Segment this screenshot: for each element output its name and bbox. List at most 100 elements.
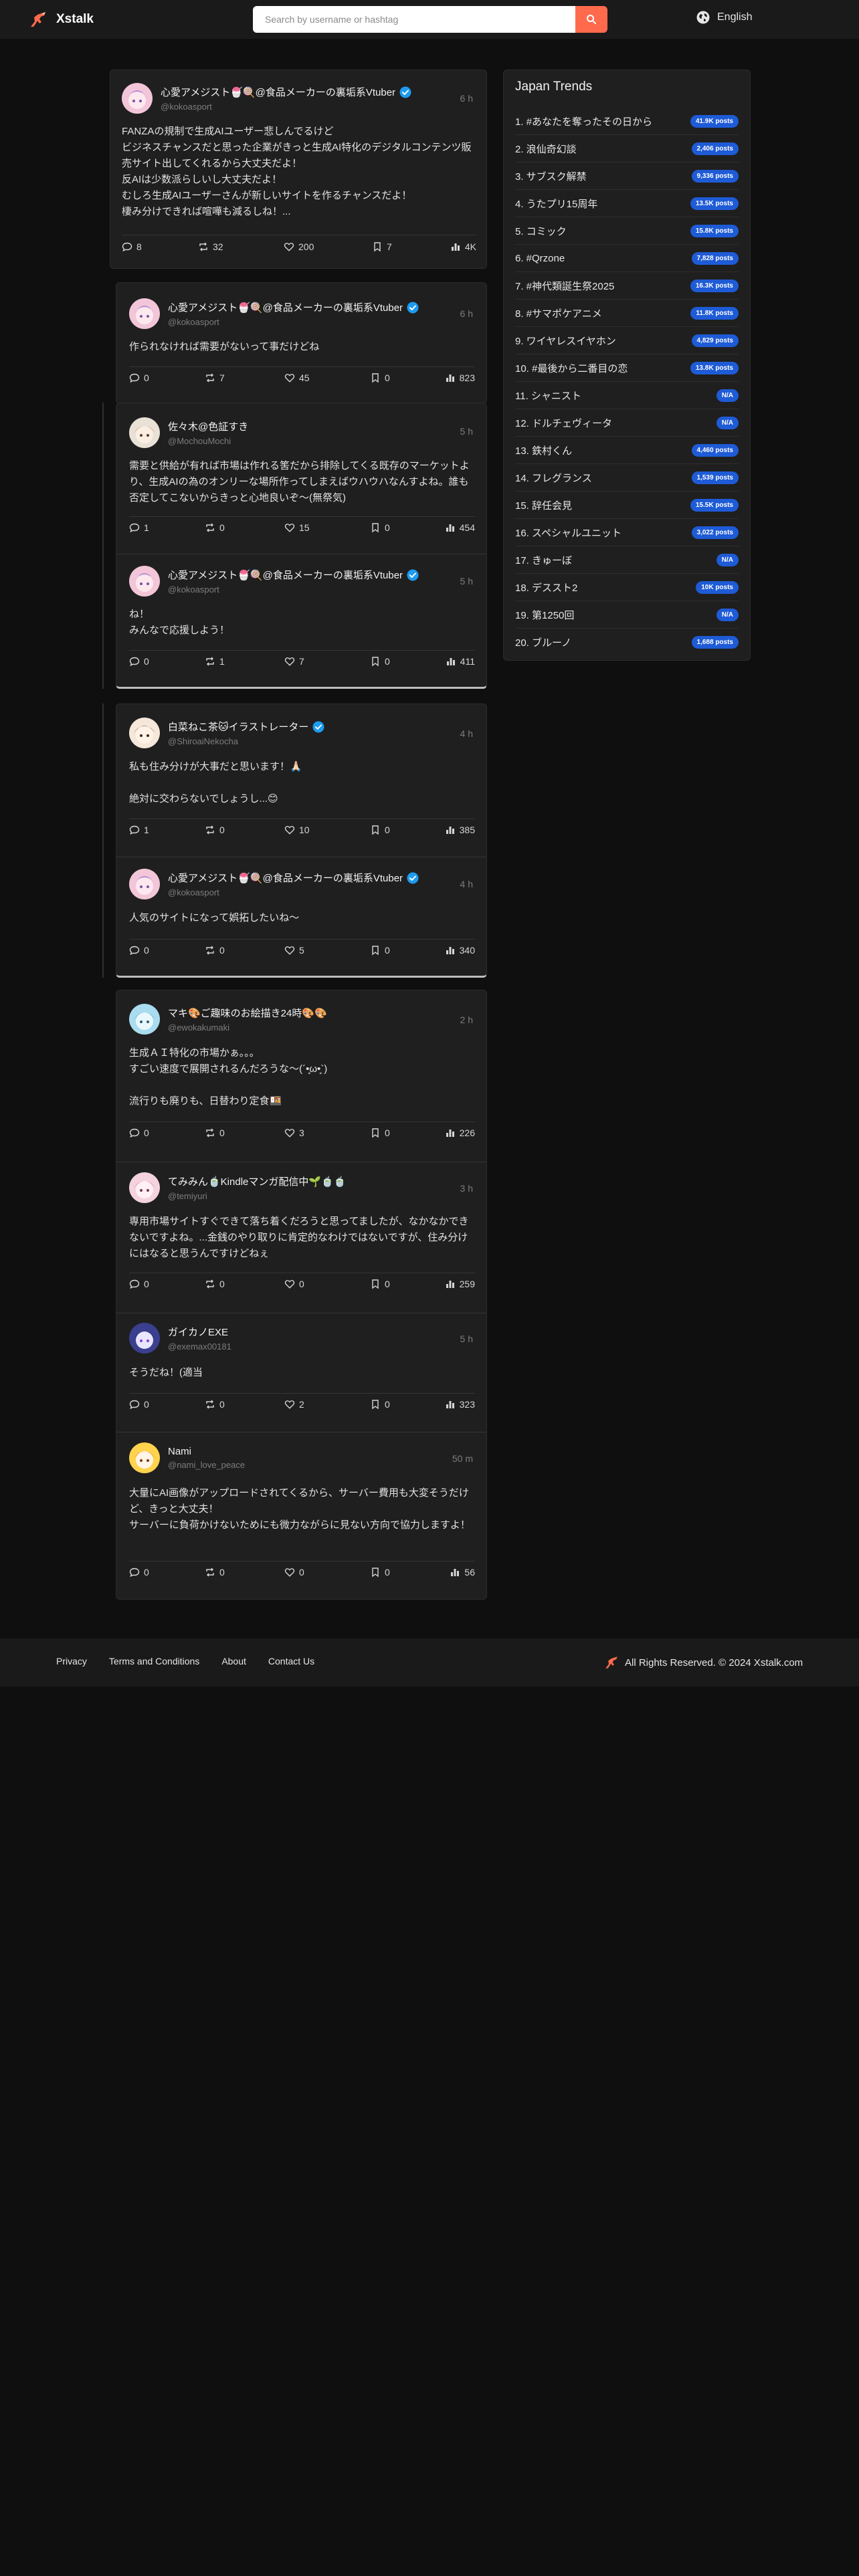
avatar[interactable] bbox=[129, 1172, 160, 1203]
like-button[interactable]: 200 bbox=[284, 241, 314, 252]
repost-button[interactable]: 0 bbox=[205, 1399, 225, 1410]
trend-item[interactable]: 18. デススト2 10K posts bbox=[515, 574, 739, 601]
bookmark-button[interactable]: 0 bbox=[370, 825, 390, 835]
avatar[interactable] bbox=[122, 83, 153, 114]
repost-button[interactable]: 0 bbox=[205, 1128, 225, 1138]
author-name[interactable]: てみみん🍵Kindleマンガ配信中🌱🍵🍵 bbox=[168, 1174, 346, 1188]
author-handle[interactable]: @kokoasport bbox=[168, 317, 419, 327]
trend-item[interactable]: 14. フレグランス 1,539 posts bbox=[515, 464, 739, 492]
trend-item[interactable]: 9. ワイヤレスイヤホン 4,829 posts bbox=[515, 327, 739, 354]
avatar[interactable] bbox=[129, 1004, 160, 1035]
language-selector[interactable]: English bbox=[696, 10, 752, 25]
author-handle[interactable]: @exemax00181 bbox=[168, 1341, 231, 1352]
reply-button[interactable]: 0 bbox=[129, 1399, 149, 1410]
like-button[interactable]: 10 bbox=[284, 825, 310, 835]
reply-card[interactable]: マキ🎨ご趣味のお絵描き24時🎨🎨 @ewokakumaki 2 h 生成ＡＩ特化… bbox=[116, 990, 487, 1600]
repost-button[interactable]: 0 bbox=[205, 1567, 225, 1578]
trend-item[interactable]: 8. #サマポケアニメ 11.8K posts bbox=[515, 300, 739, 327]
author-name[interactable]: 佐々木@色証すき bbox=[168, 419, 248, 433]
reply-button[interactable]: 0 bbox=[129, 1128, 149, 1138]
avatar[interactable] bbox=[129, 1442, 160, 1473]
reply-card[interactable]: 心愛アメジスト🍧🍭@食品メーカーの裏垢系Vtuber @kokoasport 6… bbox=[116, 282, 487, 404]
trend-item[interactable]: 11. シャニスト N/A bbox=[515, 382, 739, 409]
trend-item[interactable]: 17. きゅーぼ N/A bbox=[515, 546, 739, 574]
repost-button[interactable]: 32 bbox=[198, 241, 223, 252]
author-handle[interactable]: @kokoasport bbox=[168, 887, 419, 897]
terms-link[interactable]: Terms and Conditions bbox=[109, 1656, 199, 1667]
author-handle[interactable]: @nami_love_peace bbox=[168, 1460, 245, 1470]
trend-item[interactable]: 5. コミック 15.8K posts bbox=[515, 217, 739, 245]
author-handle[interactable]: @kokoasport bbox=[168, 584, 419, 595]
avatar[interactable] bbox=[129, 566, 160, 597]
contact-link[interactable]: Contact Us bbox=[268, 1656, 314, 1667]
trend-item[interactable]: 12. ドルチェヴィータ N/A bbox=[515, 409, 739, 437]
trend-item[interactable]: 19. 第1250回 N/A bbox=[515, 601, 739, 629]
like-button[interactable]: 3 bbox=[284, 1128, 304, 1138]
author-name[interactable]: 心愛アメジスト🍧🍭@食品メーカーの裏垢系Vtuber bbox=[161, 85, 395, 99]
author-handle[interactable]: @kokoasport bbox=[161, 102, 411, 112]
trend-item[interactable]: 10. #最後から二番目の恋 13.8K posts bbox=[515, 354, 739, 382]
author-name[interactable]: 心愛アメジスト🍧🍭@食品メーカーの裏垢系Vtuber bbox=[168, 300, 403, 314]
trend-item[interactable]: 6. #Qrzone 7,828 posts bbox=[515, 245, 739, 272]
author-name[interactable]: マキ🎨ご趣味のお絵描き24時🎨🎨 bbox=[168, 1006, 327, 1020]
reply-button[interactable]: 8 bbox=[122, 241, 142, 252]
bookmark-button[interactable]: 0 bbox=[370, 656, 390, 667]
author-name[interactable]: 白菜ねこ茶🐱イラストレーター bbox=[168, 720, 308, 734]
trend-item[interactable]: 3. サブスク解禁 9,336 posts bbox=[515, 163, 739, 190]
author-name[interactable]: 心愛アメジスト🍧🍭@食品メーカーの裏垢系Vtuber bbox=[168, 568, 403, 582]
privacy-link[interactable]: Privacy bbox=[56, 1656, 87, 1667]
search-input[interactable] bbox=[253, 6, 575, 33]
about-link[interactable]: About bbox=[221, 1656, 246, 1667]
bookmark-button[interactable]: 0 bbox=[370, 1399, 390, 1410]
main-post-card[interactable]: 心愛アメジスト🍧🍭@食品メーカーの裏垢系Vtuber @kokoasport 6… bbox=[110, 70, 487, 269]
like-button[interactable]: 45 bbox=[284, 372, 310, 383]
bookmark-button[interactable]: 7 bbox=[372, 241, 392, 252]
repost-button[interactable]: 0 bbox=[205, 945, 225, 956]
logo[interactable]: Xstalk bbox=[28, 9, 94, 29]
author-handle[interactable]: @MochouMochi bbox=[168, 436, 248, 446]
like-button[interactable]: 15 bbox=[284, 522, 310, 533]
reply-card[interactable]: 佐々木@色証すき @MochouMochi 5 h 需要と供給が有れば市場は作れ… bbox=[116, 403, 487, 689]
repost-button[interactable]: 0 bbox=[205, 522, 225, 533]
bookmark-button[interactable]: 0 bbox=[370, 522, 390, 533]
trend-item[interactable]: 20. ブルーノ 1,688 posts bbox=[515, 629, 739, 656]
reply-button[interactable]: 0 bbox=[129, 656, 149, 667]
reply-button[interactable]: 0 bbox=[129, 1567, 149, 1578]
reply-button[interactable]: 1 bbox=[129, 825, 149, 835]
search-button[interactable] bbox=[575, 6, 607, 33]
trend-item[interactable]: 4. うたプリ15周年 13.5K posts bbox=[515, 190, 739, 217]
avatar[interactable] bbox=[129, 417, 160, 448]
like-button[interactable]: 7 bbox=[284, 656, 304, 667]
bookmark-button[interactable]: 0 bbox=[370, 945, 390, 956]
author-name[interactable]: Nami bbox=[168, 1446, 191, 1457]
like-button[interactable]: 2 bbox=[284, 1399, 304, 1410]
trend-item[interactable]: 2. 浪仙奇幻談 2,406 posts bbox=[515, 135, 739, 163]
reply-button[interactable]: 0 bbox=[129, 372, 149, 383]
trend-item[interactable]: 16. スペシャルユニット 3,022 posts bbox=[515, 519, 739, 546]
reply-button[interactable]: 0 bbox=[129, 1279, 149, 1289]
repost-button[interactable]: 1 bbox=[205, 656, 225, 667]
bookmark-button[interactable]: 0 bbox=[370, 1279, 390, 1289]
trend-item[interactable]: 13. 鉄村くん 4,460 posts bbox=[515, 437, 739, 464]
avatar[interactable] bbox=[129, 869, 160, 899]
author-handle[interactable]: @ShiroaiNekocha bbox=[168, 736, 324, 746]
bookmark-button[interactable]: 0 bbox=[370, 1128, 390, 1138]
avatar[interactable] bbox=[129, 298, 160, 329]
repost-button[interactable]: 0 bbox=[205, 1279, 225, 1289]
trend-item[interactable]: 1. #あなたを奪ったその日から 41.9K posts bbox=[515, 108, 739, 135]
author-name[interactable]: 心愛アメジスト🍧🍭@食品メーカーの裏垢系Vtuber bbox=[168, 871, 403, 885]
trend-item[interactable]: 15. 辞任会見 15.5K posts bbox=[515, 492, 739, 519]
avatar[interactable] bbox=[129, 718, 160, 748]
avatar[interactable] bbox=[129, 1323, 160, 1354]
trend-item[interactable]: 7. #神代類誕生祭2025 16.3K posts bbox=[515, 272, 739, 300]
reply-button[interactable]: 1 bbox=[129, 522, 149, 533]
repost-button[interactable]: 7 bbox=[205, 372, 225, 383]
author-name[interactable]: ガイカノEXE bbox=[168, 1325, 228, 1339]
bookmark-button[interactable]: 0 bbox=[370, 1567, 390, 1578]
author-handle[interactable]: @ewokakumaki bbox=[168, 1023, 327, 1033]
bookmark-button[interactable]: 0 bbox=[370, 372, 390, 383]
author-handle[interactable]: @temiyuri bbox=[168, 1191, 346, 1201]
repost-button[interactable]: 0 bbox=[205, 825, 225, 835]
reply-card[interactable]: 白菜ねこ茶🐱イラストレーター @ShiroaiNekocha 4 h 私も住み分… bbox=[116, 704, 487, 978]
like-button[interactable]: 5 bbox=[284, 945, 304, 956]
